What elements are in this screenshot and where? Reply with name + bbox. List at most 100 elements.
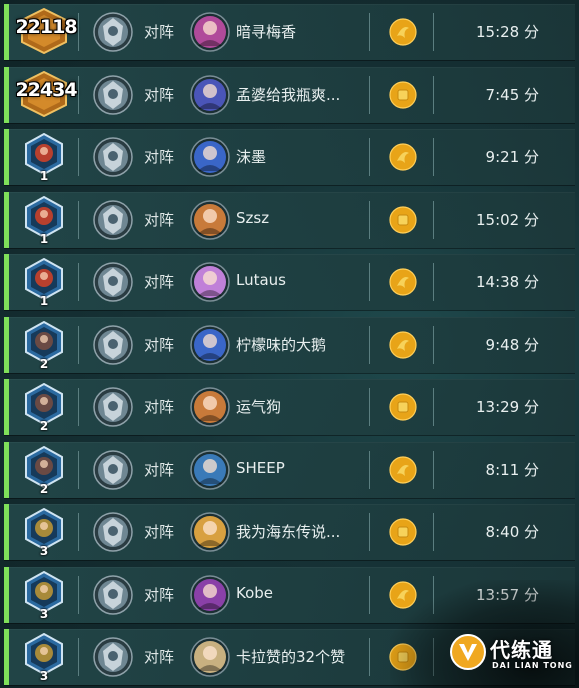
divider (78, 513, 79, 551)
watermark-subtitle: DAI LIAN TONG (492, 661, 573, 670)
divider (78, 575, 79, 614)
vs-label: 对阵 (144, 335, 175, 354)
opponent-name: 柠檬味的大鹅 (236, 335, 327, 354)
match-duration: 15:02 分 (476, 210, 539, 229)
divider (433, 325, 434, 364)
divider (369, 513, 370, 551)
divider (433, 200, 434, 239)
turn-order-coin-icon (389, 580, 417, 609)
opponent-name: 运气狗 (236, 398, 282, 416)
divider (369, 263, 370, 301)
rank-badge-icon: 3 (15, 633, 73, 683)
divider (433, 638, 434, 676)
rank-badge-icon: 1 (15, 133, 73, 183)
player-hero-icon (93, 449, 133, 490)
turn-order-coin-icon (389, 455, 417, 484)
divider (433, 138, 434, 176)
rank-number: 2 (39, 356, 49, 371)
first-player-coin-icon (389, 393, 417, 421)
match-row[interactable]: 3 对阵 我为海东传说... 8:40 分 (4, 504, 575, 560)
match-row[interactable]: 2 对阵 柠檬味的大鹅 9:48 分 (4, 316, 575, 373)
turn-order-coin-icon (389, 143, 417, 171)
divider (369, 13, 370, 51)
opponent-name: Lutaus (236, 271, 286, 289)
vs-label: 对阵 (144, 23, 175, 41)
vs-label: 对阵 (144, 585, 175, 604)
vs-label: 对阵 (144, 398, 175, 416)
opponent-hero-icon (190, 199, 230, 240)
opponent-name: 我为海东传说... (236, 523, 341, 541)
divider (369, 388, 370, 426)
divider (369, 200, 370, 239)
divider (433, 513, 434, 551)
divider (433, 388, 434, 426)
divider (369, 575, 370, 614)
vs-label: 对阵 (144, 460, 175, 479)
rank-badge-icon: 1 (15, 258, 73, 308)
divider (78, 263, 79, 301)
player-hero-icon (93, 262, 133, 302)
rank-badge-icon: 1 (15, 195, 73, 246)
divider (369, 75, 370, 114)
player-hero-icon (93, 637, 133, 677)
rank-number: 3 (39, 606, 49, 621)
match-duration: 15:28 分 (476, 23, 539, 41)
match-row[interactable]: 22434 对阵 孟婆给我瓶爽... 7:45 分 (4, 66, 575, 123)
match-row[interactable]: 1 对阵 Szsz 15:02 分 (4, 191, 575, 248)
match-row[interactable]: 22118 对阵 暗寻梅香 15:28 分 (4, 4, 575, 60)
player-hero-icon (93, 199, 133, 240)
first-player-coin-icon (389, 205, 417, 234)
opponent-hero-icon (190, 74, 230, 115)
vs-label: 对阵 (144, 85, 175, 104)
rank-badge-icon: 2 (15, 445, 73, 496)
player-hero-icon (93, 137, 133, 177)
rank-badge-icon: 3 (15, 570, 73, 621)
divider (78, 325, 79, 364)
player-hero-icon (93, 387, 133, 427)
player-hero-icon (93, 574, 133, 615)
player-hero-icon (93, 12, 133, 52)
match-duration: 7:45 分 (485, 85, 539, 104)
match-duration: 9:48 分 (485, 335, 539, 354)
vs-label: 对阵 (144, 148, 175, 166)
opponent-name: SHEEP (236, 458, 285, 477)
first-player-coin-icon (389, 643, 417, 671)
watermark-badge-icon (450, 634, 486, 670)
opponent-hero-icon (190, 574, 230, 615)
divider (369, 138, 370, 176)
divider (78, 200, 79, 239)
match-row[interactable]: 2 对阵 运气狗 13:29 分 (4, 379, 575, 435)
match-row[interactable]: 3 对阵 Kobe 13:57 分 (4, 566, 575, 623)
opponent-hero-icon (190, 324, 230, 365)
match-row[interactable]: 1 对阵 Lutaus 14:38 分 (4, 254, 575, 310)
opponent-hero-icon (190, 449, 230, 490)
player-hero-icon (93, 324, 133, 365)
turn-order-coin-icon (389, 330, 417, 359)
divider (433, 13, 434, 51)
legend-rating: 22434 (15, 78, 77, 101)
rank-badge-icon: 3 (15, 508, 73, 558)
rank-number: 2 (39, 419, 49, 433)
vs-label: 对阵 (144, 523, 175, 541)
divider (78, 75, 79, 114)
match-row[interactable]: 1 对阵 沫墨 9:21 分 (4, 129, 575, 185)
vs-label: 对阵 (144, 648, 175, 666)
divider (369, 638, 370, 676)
match-duration: 13:57 分 (476, 585, 539, 604)
divider (433, 450, 434, 489)
turn-order-coin-icon (389, 268, 417, 296)
divider (78, 638, 79, 676)
divider (369, 450, 370, 489)
player-hero-icon (93, 512, 133, 552)
rank-number: 3 (39, 544, 49, 558)
divider (433, 575, 434, 614)
match-duration: 8:11 分 (485, 460, 539, 479)
opponent-hero-icon (190, 512, 230, 552)
divider (78, 388, 79, 426)
rank-number: 2 (39, 481, 49, 496)
match-row[interactable]: 2 对阵 SHEEP 8:11 分 (4, 441, 575, 498)
match-duration: 13:29 分 (476, 398, 539, 416)
first-player-coin-icon (389, 518, 417, 546)
vs-label: 对阵 (144, 210, 175, 229)
opponent-hero-icon (190, 387, 230, 427)
